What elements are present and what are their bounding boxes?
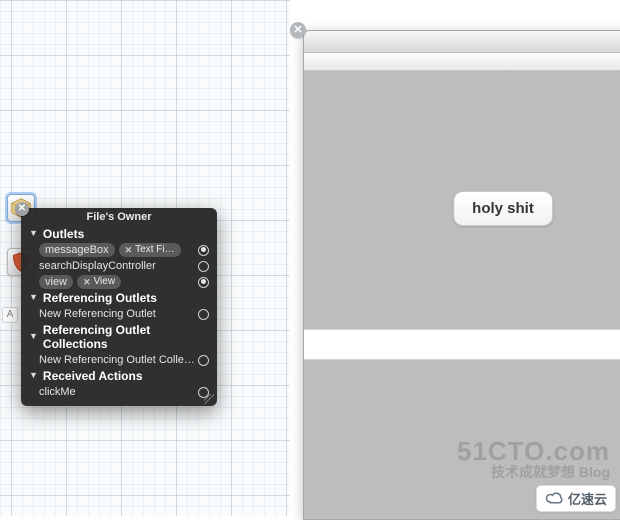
- outlet-row-view[interactable]: view ✕View: [21, 274, 217, 290]
- watermark-badge: 亿速云: [536, 485, 616, 512]
- message-text-field[interactable]: [304, 329, 620, 360]
- disclosure-triangle-icon: ▼: [29, 331, 38, 341]
- ref-outlet-row-new[interactable]: New Referencing Outlet: [21, 306, 217, 322]
- holy-shit-button[interactable]: holy shit: [453, 191, 553, 226]
- watermark-line2: 技术成就梦想 Blog: [457, 465, 610, 480]
- section-received-actions[interactable]: ▼ Received Actions: [21, 368, 217, 384]
- disconnect-icon[interactable]: ✕: [83, 275, 91, 289]
- section-label: Referencing Outlet Collections: [43, 323, 209, 351]
- outlet-name: clickMe: [39, 385, 198, 399]
- simulator-titlebar[interactable]: [304, 31, 620, 53]
- disclosure-triangle-icon: ▼: [29, 228, 38, 238]
- watermark-badge-text: 亿速云: [568, 489, 607, 508]
- connection-port-icon[interactable]: [198, 277, 209, 288]
- connection-port-icon[interactable]: [198, 261, 209, 272]
- section-referencing-outlet-collections[interactable]: ▼ Referencing Outlet Collections: [21, 322, 217, 352]
- connection-port-icon[interactable]: [198, 309, 209, 320]
- simulator-detach-icon[interactable]: ✕: [290, 22, 306, 38]
- disconnect-icon[interactable]: ✕: [125, 243, 133, 257]
- connections-hud: ✕ File's Owner ▼ Outlets messageBox ✕Tex…: [21, 208, 217, 406]
- section-label: Received Actions: [43, 369, 143, 383]
- ref-outlet-coll-row-new[interactable]: New Referencing Outlet Colle…: [21, 352, 217, 368]
- connection-port-icon[interactable]: [198, 355, 209, 366]
- simulator-statusbar: [304, 53, 620, 71]
- connection-chip[interactable]: ✕Text Fi…: [119, 243, 181, 257]
- disclosure-triangle-icon: ▼: [29, 370, 38, 380]
- watermark-line1: 51CTO.com: [457, 438, 610, 465]
- resize-grip-icon[interactable]: [204, 394, 214, 404]
- action-row-clickme[interactable]: clickMe: [21, 384, 217, 400]
- section-referencing-outlets[interactable]: ▼ Referencing Outlets: [21, 290, 217, 306]
- section-outlets[interactable]: ▼ Outlets: [21, 226, 217, 242]
- outlet-name: view: [39, 275, 73, 289]
- outlet-row-searchdisplaycontroller[interactable]: searchDisplayController: [21, 258, 217, 274]
- outlet-name: messageBox: [39, 243, 115, 257]
- hud-title: File's Owner: [21, 208, 217, 226]
- outlet-name: New Referencing Outlet Colle…: [39, 353, 198, 367]
- section-label: Referencing Outlets: [43, 291, 157, 305]
- connection-chip[interactable]: ✕View: [77, 275, 121, 289]
- disclosure-triangle-icon: ▼: [29, 292, 38, 302]
- outlet-name: New Referencing Outlet: [39, 307, 198, 321]
- watermark-51cto: 51CTO.com 技术成就梦想 Blog: [457, 438, 610, 480]
- object-chip-icon[interactable]: A: [2, 307, 18, 323]
- outlet-name: searchDisplayController: [39, 259, 198, 273]
- yisu-cloud-icon: [545, 490, 563, 508]
- section-label: Outlets: [43, 227, 84, 241]
- connection-port-icon[interactable]: [198, 245, 209, 256]
- hud-close-icon[interactable]: ✕: [15, 202, 29, 216]
- outlet-row-messagebox[interactable]: messageBox ✕Text Fi…: [21, 242, 217, 258]
